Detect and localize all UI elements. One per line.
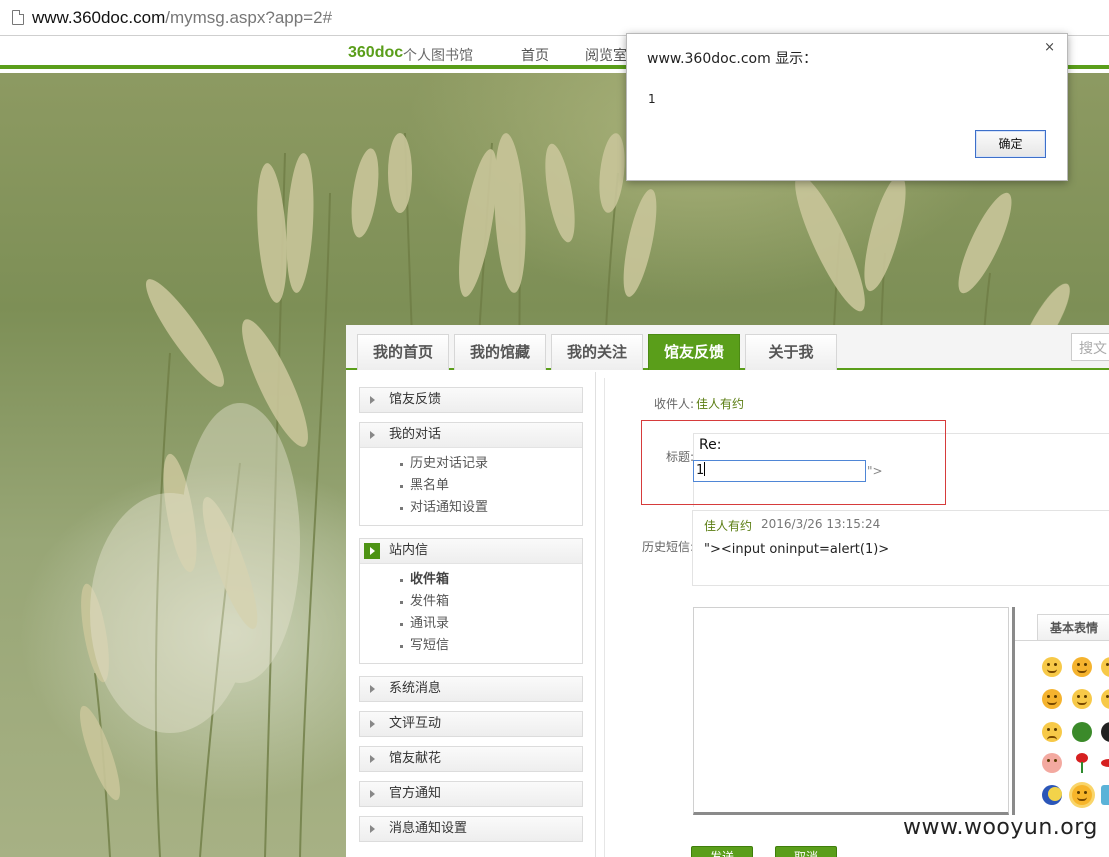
sidebar-item-feedback[interactable]: 馆友反馈 [360, 388, 582, 412]
triangle-right-icon [370, 685, 375, 693]
message-editor[interactable] [693, 607, 1009, 815]
text-caret [704, 462, 706, 476]
emoticon-panel: 基本表情 [1012, 607, 1109, 815]
sidebar-group-messages: 站内信 收件箱 发件箱 通讯录 写短信 [359, 538, 583, 664]
title-prefix: Re: [699, 437, 722, 453]
sidebar-group-official: 官方通知 [359, 781, 583, 807]
gift-emoji-icon[interactable] [1101, 785, 1109, 805]
sidebar-item-label: 官方通知 [389, 786, 442, 801]
send-button[interactable]: 发送 [691, 846, 753, 857]
sidebar-subitem-blacklist[interactable]: 黑名单 [400, 475, 582, 497]
sweat-emoji-icon[interactable] [1101, 689, 1109, 709]
history-author[interactable]: 佳人有约 [704, 517, 752, 534]
triangle-right-icon [364, 543, 380, 559]
sidebar-subitem-dialog-notify[interactable]: 对话通知设置 [400, 497, 582, 519]
recipient-name[interactable]: 佳人有约 [696, 395, 744, 412]
search-input[interactable]: 搜文 [1071, 333, 1109, 361]
sidebar-item-label: 文评互动 [389, 716, 442, 731]
alert-dialog: www.360doc.com 显示： × 1 确定 [626, 33, 1068, 181]
site-logo[interactable]: 360doc [348, 44, 403, 62]
watermark-text: www.wooyun.org [903, 815, 1098, 840]
triangle-right-icon [370, 720, 375, 728]
injected-residue-text: "> [867, 464, 883, 478]
site-logo-sub: 个人图书馆 [403, 48, 473, 64]
alert-ok-button[interactable]: 确定 [975, 130, 1046, 158]
tab-feedback[interactable]: 馆友反馈 [648, 334, 740, 370]
sidebar-subitems: 历史对话记录 黑名单 对话通知设置 [360, 447, 582, 525]
title-input[interactable]: 1 [693, 460, 866, 482]
alert-title: www.360doc.com 显示： [647, 51, 818, 67]
sidebar-group-notify-settings: 消息通知设置 [359, 816, 583, 842]
sidebar-subitem-outbox[interactable]: 发件箱 [400, 591, 582, 613]
screen: www.360doc.com/mymsg.aspx?app=2# 360doc … [0, 0, 1109, 857]
tab-my-collection[interactable]: 我的馆藏 [454, 334, 546, 370]
triangle-right-icon [370, 396, 375, 404]
cry-emoji-icon[interactable] [1101, 657, 1109, 677]
history-time: 2016/3/26 13:15:24 [761, 517, 881, 531]
tab-my-home[interactable]: 我的首页 [357, 334, 449, 370]
sidebar-group-comments: 文评互动 [359, 711, 583, 737]
sidebar-item-messages[interactable]: 站内信 [360, 539, 582, 563]
triangle-right-icon [370, 755, 375, 763]
sidebar-item-label: 馆友献花 [389, 751, 442, 766]
pig-emoji-icon[interactable] [1042, 753, 1062, 773]
rose-emoji-icon[interactable] [1072, 753, 1092, 773]
sidebar-item-label: 馆友反馈 [389, 392, 442, 407]
sidebar-group-flowers: 馆友献花 [359, 746, 583, 772]
sidebar: 馆友反馈 我的对话 历史对话记录 黑名单 对话通知设置 站内信 收件箱 发件箱 … [346, 372, 596, 857]
page-icon [12, 10, 24, 25]
sidebar-item-official[interactable]: 官方通知 [360, 782, 582, 806]
nav-reading-room[interactable]: 阅览室 [585, 45, 627, 65]
address-bar[interactable]: www.360doc.com/mymsg.aspx?app=2# [0, 0, 1109, 36]
url-path: /mymsg.aspx?app=2# [165, 7, 333, 27]
triangle-right-icon [370, 431, 375, 439]
sidebar-subitem-inbox[interactable]: 收件箱 [400, 569, 582, 591]
sidebar-subitem-history[interactable]: 历史对话记录 [400, 453, 582, 475]
sidebar-subitem-compose[interactable]: 写短信 [400, 635, 582, 657]
recipient-label: 收件人: [654, 397, 695, 411]
smile-emoji-icon[interactable] [1042, 657, 1062, 677]
sidebar-item-label: 系统消息 [389, 681, 442, 696]
sidebar-item-notify-settings[interactable]: 消息通知设置 [360, 817, 582, 841]
triangle-right-icon [370, 825, 375, 833]
cancel-button[interactable]: 取消 [775, 846, 837, 857]
sidebar-subitems: 收件箱 发件箱 通讯录 写短信 [360, 563, 582, 663]
history-message-box: 佳人有约 2016/3/26 13:15:24 "><input oninput… [692, 510, 1109, 586]
sun-emoji-icon[interactable] [1072, 785, 1092, 805]
history-message: "><input oninput=alert(1)> [704, 542, 890, 557]
sidebar-item-label: 站内信 [389, 543, 429, 558]
alert-message: 1 [648, 92, 656, 106]
think-emoji-icon[interactable] [1072, 689, 1092, 709]
tab-bar: 我的首页 我的馆藏 我的关注 馆友反馈 关于我 搜文 [346, 325, 1109, 370]
tab-my-follows[interactable]: 我的关注 [551, 334, 643, 370]
triangle-right-icon [370, 790, 375, 798]
tab-basic-emoticons[interactable]: 基本表情 [1037, 614, 1109, 640]
nav-home[interactable]: 首页 [521, 45, 549, 65]
sidebar-item-comments[interactable]: 文评互动 [360, 712, 582, 736]
sidebar-item-flowers[interactable]: 馆友献花 [360, 747, 582, 771]
sidebar-item-label: 消息通知设置 [389, 821, 468, 836]
sidebar-subitem-contacts[interactable]: 通讯录 [400, 613, 582, 635]
title-input-value: 1 [696, 463, 705, 478]
turtle-emoji-icon[interactable] [1072, 722, 1092, 742]
divider [1015, 640, 1109, 641]
close-icon[interactable]: × [1044, 40, 1055, 55]
sidebar-group-feedback: 馆友反馈 [359, 387, 583, 413]
moon-emoji-icon[interactable] [1042, 785, 1062, 805]
sidebar-group-system: 系统消息 [359, 676, 583, 702]
url-text[interactable]: www.360doc.com/mymsg.aspx?app=2# [32, 8, 332, 28]
panda-emoji-icon[interactable] [1101, 722, 1109, 742]
lips-emoji-icon[interactable] [1101, 753, 1109, 773]
history-label: 历史短信: [642, 540, 695, 554]
dizzy-emoji-icon[interactable] [1072, 657, 1092, 677]
url-host: www.360doc.com [32, 7, 166, 27]
sidebar-item-system[interactable]: 系统消息 [360, 677, 582, 701]
sidebar-item-dialogs[interactable]: 我的对话 [360, 423, 582, 447]
sidebar-group-dialogs: 我的对话 历史对话记录 黑名单 对话通知设置 [359, 422, 583, 526]
sad-emoji-icon[interactable] [1042, 722, 1062, 742]
sidebar-item-label: 我的对话 [389, 427, 442, 442]
tab-about-me[interactable]: 关于我 [745, 334, 837, 370]
laugh-emoji-icon[interactable] [1042, 689, 1062, 709]
